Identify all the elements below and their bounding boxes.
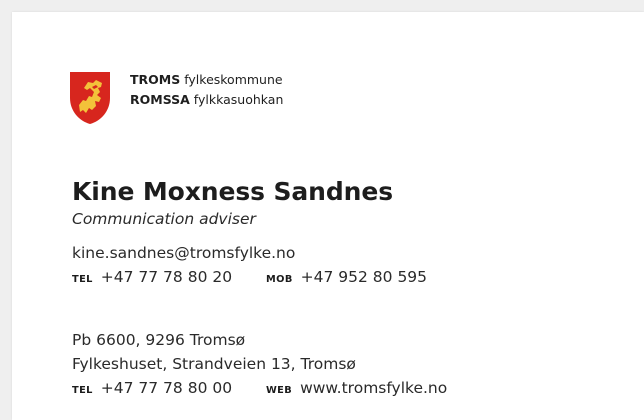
website-link[interactable]: www.tromsfylke.no	[300, 379, 447, 397]
organization-line-1-text: fylkeskommune	[184, 72, 283, 87]
email-line: kine.sandnes@tromsfylke.no	[72, 241, 427, 265]
street-address: Fylkeshuset, Strandveien 13, Tromsø	[72, 355, 356, 373]
organization-line-1-bold: TROMS	[130, 72, 181, 87]
organization-line-2-text: fylkkasuohkan	[193, 92, 284, 107]
office-address: Pb 6600, 9296 Tromsø Fylkeshuset, Strand…	[72, 328, 447, 403]
person-name: Kine Moxness Sandnes	[72, 177, 393, 206]
tel-number[interactable]: +47 77 78 80 20	[101, 268, 232, 286]
personal-contact: kine.sandnes@tromsfylke.no TEL +47 77 78…	[72, 241, 427, 292]
organization-line-2-bold: ROMSSA	[130, 92, 190, 107]
email-link[interactable]: kine.sandnes@tromsfylke.no	[72, 244, 295, 262]
organization-line-1: TROMS fylkeskommune	[130, 70, 283, 90]
tel-label: TEL	[72, 274, 93, 285]
office-phone-web-line: TEL +47 77 78 80 00 WEB www.tromsfylke.n…	[72, 376, 447, 403]
phone-line: TEL +47 77 78 80 20 MOB +47 952 80 595	[72, 265, 427, 292]
web-label: WEB	[265, 385, 293, 396]
postal-address: Pb 6600, 9296 Tromsø	[72, 331, 246, 349]
mob-label: MOB	[265, 274, 293, 285]
business-card: TROMS fylkeskommune ROMSSA fylkkasuohkan…	[12, 12, 644, 420]
organization-line-2: ROMSSA fylkkasuohkan	[130, 90, 283, 110]
coat-of-arms-icon	[68, 70, 112, 126]
mob-number[interactable]: +47 952 80 595	[301, 268, 427, 286]
organization-name: TROMS fylkeskommune ROMSSA fylkkasuohkan	[130, 70, 283, 110]
office-tel-number[interactable]: +47 77 78 80 00	[101, 379, 232, 397]
office-tel-label: TEL	[72, 385, 93, 396]
person-title: Communication adviser	[72, 210, 256, 228]
